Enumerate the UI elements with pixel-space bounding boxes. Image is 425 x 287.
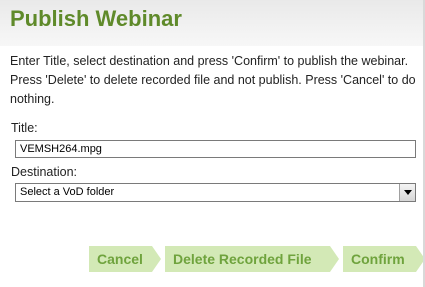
title-label: Title: bbox=[11, 121, 38, 135]
confirm-button[interactable]: Confirm bbox=[343, 246, 425, 272]
page-title: Publish Webinar bbox=[10, 6, 182, 31]
dialog-header: Publish Webinar bbox=[0, 0, 423, 46]
publish-webinar-dialog: Publish Webinar Enter Title, select dest… bbox=[0, 0, 425, 287]
title-input[interactable] bbox=[15, 140, 416, 158]
cancel-button[interactable]: Cancel bbox=[89, 246, 161, 272]
chevron-down-icon[interactable] bbox=[399, 184, 415, 201]
destination-label: Destination: bbox=[11, 165, 78, 179]
delete-recorded-file-button[interactable]: Delete Recorded File bbox=[165, 246, 339, 272]
destination-selected-value: Select a VoD folder bbox=[20, 186, 115, 198]
instructions-text: Enter Title, select destination and pres… bbox=[10, 54, 416, 106]
destination-select[interactable]: Select a VoD folder bbox=[15, 183, 416, 202]
